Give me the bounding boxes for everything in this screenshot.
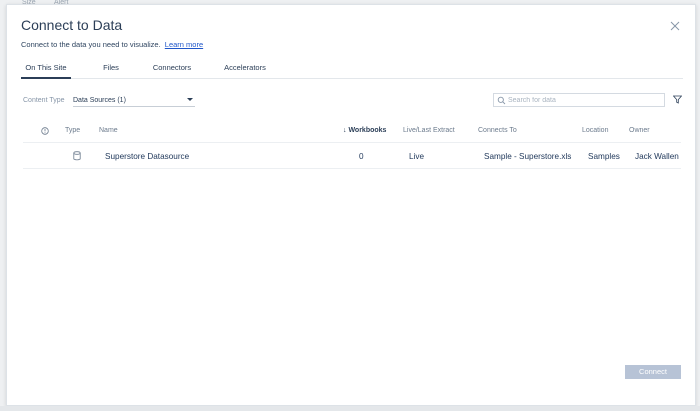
header-connects-to[interactable]: Connects To [478, 127, 517, 134]
close-button[interactable] [669, 19, 681, 31]
filter-icon[interactable] [673, 95, 682, 104]
table-row[interactable]: Superstore Datasource 0 Live Sample - Su… [23, 143, 681, 169]
header-live-last-extract[interactable]: Live/Last Extract [403, 127, 455, 134]
row-location: Samples [588, 152, 620, 161]
content-type-select[interactable]: Data Sources (1) [73, 93, 195, 107]
connect-button[interactable]: Connect [625, 365, 681, 379]
row-owner: Jack Wallen [635, 152, 679, 161]
chevron-down-icon [187, 98, 193, 101]
row-name[interactable]: Superstore Datasource [105, 152, 189, 161]
dialog-subtitle: Connect to the data you need to visualiz… [21, 40, 203, 49]
info-icon[interactable] [41, 127, 49, 135]
bottom-strip [0, 406, 700, 411]
data-sources-table: Type Name ↓ Workbooks Live/Last Extract … [23, 121, 681, 169]
row-live-last-extract: Live [409, 152, 425, 161]
search-input[interactable] [508, 95, 662, 105]
learn-more-link[interactable]: Learn more [165, 40, 203, 49]
content-type-label: Content Type [23, 97, 65, 104]
search-box[interactable] [493, 93, 665, 107]
header-owner[interactable]: Owner [629, 127, 650, 134]
tab-connectors[interactable]: Connectors [149, 63, 195, 79]
table-header: Type Name ↓ Workbooks Live/Last Extract … [23, 121, 681, 143]
row-connects-to: Sample - Superstore.xls [484, 152, 572, 161]
sort-descending-icon: ↓ [343, 127, 347, 134]
subtitle-text: Connect to the data you need to visualiz… [21, 40, 161, 49]
dialog-title: Connect to Data [21, 17, 123, 33]
header-name[interactable]: Name [99, 127, 118, 134]
database-icon [73, 151, 81, 161]
tab-accelerators[interactable]: Accelerators [221, 63, 269, 79]
tab-on-this-site[interactable]: On This Site [21, 63, 71, 79]
close-icon [670, 21, 680, 31]
tab-bar: On This Site Files Connectors Accelerato… [21, 63, 683, 79]
header-location[interactable]: Location [582, 127, 608, 134]
connect-to-data-dialog: Connect to Data Connect to the data you … [6, 4, 696, 406]
header-workbooks[interactable]: ↓ Workbooks [343, 127, 386, 134]
tab-files[interactable]: Files [97, 63, 125, 79]
header-workbooks-label: Workbooks [348, 127, 387, 134]
filter-row: Content Type Data Sources (1) [23, 93, 683, 109]
row-workbooks: 0 [359, 152, 364, 161]
header-type[interactable]: Type [65, 127, 80, 134]
content-type-value: Data Sources (1) [73, 97, 126, 104]
search-icon [497, 96, 506, 105]
